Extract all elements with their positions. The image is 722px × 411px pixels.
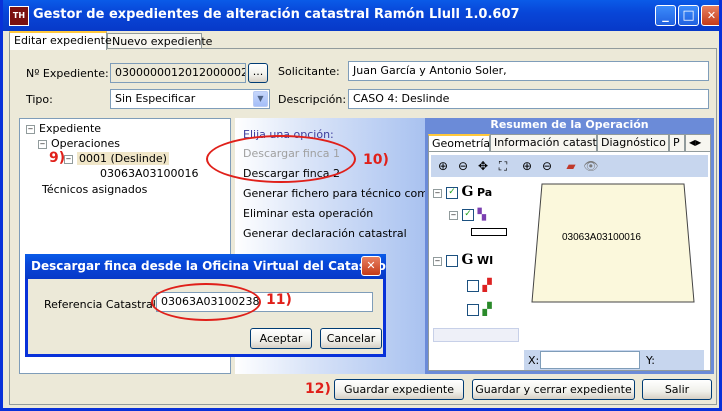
expediente-label: Nº Expediente:: [26, 67, 109, 80]
minimize-button[interactable]: _: [655, 5, 676, 26]
solicitante-field[interactable]: Juan García y Antonio Soler,: [348, 61, 709, 81]
annotation-10: 10): [363, 152, 389, 168]
eye-icon[interactable]: 👁: [583, 158, 599, 174]
parcel-map: 03063A03100016: [531, 183, 695, 303]
collapse-icon[interactable]: −: [26, 124, 35, 134]
guardar-cerrar-button[interactable]: Guardar y cerrar expediente: [472, 379, 635, 400]
tipo-value: Sin Especificar: [115, 92, 196, 105]
annotation-ellipse-options: [206, 135, 356, 183]
collapse-icon[interactable]: −: [38, 139, 47, 149]
solicitante-label: Solicitante:: [278, 65, 340, 78]
option-generar-fichero[interactable]: Generar fichero para técnico compete: [243, 187, 453, 200]
layer-g-label: G: [461, 252, 474, 268]
salir-button[interactable]: Salir: [642, 379, 712, 400]
tab-geometria[interactable]: Geometría: [428, 134, 490, 151]
tree-label-operaciones: Operaciones: [51, 137, 120, 150]
layer-checkbox[interactable]: [446, 255, 458, 267]
tree-node-tecnicos[interactable]: Técnicos asignados: [42, 183, 147, 196]
tree-node-operation[interactable]: −0001 (Deslinde): [64, 152, 169, 165]
aceptar-button[interactable]: Aceptar: [250, 328, 312, 349]
tipo-label: Tipo:: [26, 93, 53, 106]
eraser-icon[interactable]: ▰: [563, 158, 579, 174]
tab-informacion-catastral[interactable]: Información catastral: [490, 134, 611, 151]
coordinate-bar: X: Y:: [524, 350, 704, 370]
layer-style-icon: ▚: [477, 208, 486, 221]
guardar-expediente-button[interactable]: Guardar expediente: [334, 379, 464, 400]
parcel-polygon: [531, 183, 695, 303]
summary-title: Resumen de la Operación: [490, 118, 649, 131]
layer-checkbox[interactable]: ✓: [446, 187, 458, 199]
annotation-12: 12): [305, 381, 331, 397]
zoom-previous-icon[interactable]: ⊕: [519, 158, 535, 174]
tab-diagnostico[interactable]: Diagnóstico: [597, 134, 669, 151]
annotation-11: 11): [266, 292, 292, 308]
main-window: TH Gestor de expedientes de alteración c…: [0, 0, 722, 411]
tab-editar-expediente[interactable]: Editar expediente: [9, 31, 112, 50]
window-title: Gestor de expedientes de alteración cata…: [33, 7, 520, 22]
dialog-title: Descargar finca desde la Oficina Virtual…: [31, 259, 386, 273]
collapse-icon[interactable]: −: [449, 210, 458, 220]
zoom-next-icon[interactable]: ⊖: [539, 158, 555, 174]
layer-item-2[interactable]: ▞: [467, 278, 492, 292]
layer-label-wi: WI: [476, 254, 494, 267]
layer-group-wi[interactable]: − G WI: [433, 252, 493, 268]
tree-node-expediente[interactable]: − Expediente: [26, 122, 101, 135]
layer-style-icon: ▞: [482, 278, 492, 292]
layer-legend-swatch: [471, 228, 507, 236]
x-label: X:: [528, 354, 540, 367]
layer-g-label: G: [461, 184, 474, 200]
layer-checkbox[interactable]: ✓: [462, 209, 474, 221]
geometry-panel: ⊕ ⊖ ✥ ⛶ ⊕ ⊖ ▰ 👁 − ✓ G Pa − ✓ ▚ − G WI ▞ …: [428, 151, 711, 371]
zoom-out-icon[interactable]: ⊖: [455, 158, 471, 174]
chevron-down-icon[interactable]: ▼: [253, 91, 268, 107]
layer-group-parcelas[interactable]: − ✓ G Pa: [433, 184, 492, 200]
annotation-9: 9): [49, 150, 66, 166]
zoom-in-icon[interactable]: ⊕: [435, 158, 451, 174]
tab-scroll-arrows[interactable]: ◀▶: [685, 134, 711, 151]
tipo-select[interactable]: Sin Especificar ▼: [110, 89, 270, 109]
option-eliminar-operacion[interactable]: Eliminar esta operación: [243, 207, 373, 220]
collapse-icon[interactable]: −: [64, 154, 73, 164]
browse-button[interactable]: ...: [248, 63, 268, 83]
layers-list: − ✓ G Pa − ✓ ▚ − G WI ▞ ▞: [431, 180, 521, 370]
layer-item-1[interactable]: − ✓ ▚: [449, 208, 486, 221]
collapse-icon[interactable]: −: [433, 256, 442, 266]
pan-icon[interactable]: ✥: [475, 158, 491, 174]
y-label: Y:: [646, 354, 655, 367]
tab-p[interactable]: P: [669, 134, 685, 151]
ref-catastral-label: Referencia Catastral:: [44, 298, 160, 311]
app-icon: TH: [9, 6, 29, 26]
expediente-field[interactable]: 03000000120120000021: [110, 63, 246, 83]
summary-panel: Resumen de la Operación Geometría Inform…: [425, 118, 714, 374]
layer-item-3[interactable]: ▞: [467, 302, 492, 316]
map-toolbar: ⊕ ⊖ ✥ ⛶ ⊕ ⊖ ▰ 👁: [431, 155, 708, 177]
descripcion-label: Descripción:: [278, 93, 347, 106]
x-coordinate-field[interactable]: [540, 351, 640, 369]
tree-node-operaciones[interactable]: − Operaciones: [38, 137, 120, 150]
layer-checkbox[interactable]: [467, 280, 479, 292]
close-button[interactable]: ✕: [701, 5, 719, 26]
map-parcel-label: 03063A03100016: [562, 232, 641, 243]
zoom-extent-icon[interactable]: ⛶: [495, 158, 511, 174]
horizontal-scrollbar[interactable]: [433, 328, 519, 342]
maximize-button[interactable]: □: [678, 5, 699, 26]
cancelar-button[interactable]: Cancelar: [320, 328, 382, 349]
descripcion-field[interactable]: CASO 4: Deslinde: [348, 89, 709, 109]
title-bar[interactable]: TH Gestor de expedientes de alteración c…: [3, 0, 719, 31]
option-generar-declaracion[interactable]: Generar declaración catastral: [243, 227, 407, 240]
layer-checkbox[interactable]: [467, 304, 479, 316]
layer-label-pa: Pa: [476, 186, 493, 199]
tree-node-finca[interactable]: 03063A03100016: [100, 167, 199, 180]
annotation-ellipse-referencia: [151, 283, 261, 321]
map-view[interactable]: 03063A03100016: [524, 180, 704, 350]
dialog-title-bar[interactable]: Descargar finca desde la Oficina Virtual…: [25, 254, 386, 279]
layer-style-icon: ▞: [482, 302, 492, 316]
tree-label-operation: 0001 (Deslinde): [77, 152, 169, 165]
tree-label-expediente: Expediente: [39, 122, 102, 135]
dialog-close-button[interactable]: ✕: [361, 256, 381, 276]
collapse-icon[interactable]: −: [433, 188, 442, 198]
